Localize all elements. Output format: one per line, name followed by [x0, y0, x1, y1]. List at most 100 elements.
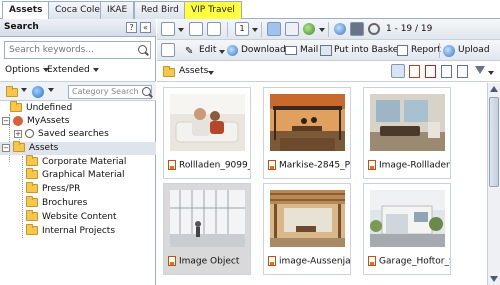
scrollbar-thumb[interactable]: [489, 97, 499, 187]
expand-icon[interactable]: +: [14, 129, 22, 138]
folder-menu-icon[interactable]: [6, 86, 18, 97]
refresh-icon[interactable]: [368, 23, 380, 35]
tree-item-myassets[interactable]: − MyAssets: [2, 115, 69, 128]
select-all-checkbox[interactable]: [161, 22, 175, 36]
tree-label: Undefined: [26, 103, 73, 113]
download-button[interactable]: Download: [241, 45, 286, 55]
tree-label: Graphical Material: [42, 170, 125, 180]
put-into-basket-button[interactable]: Put into Basket: [334, 45, 402, 55]
category-search-input[interactable]: Category Search: [68, 85, 152, 99]
asset-label: Image Object: [168, 256, 250, 267]
tree-item-brochures[interactable]: Brochures: [26, 196, 87, 210]
checkbox-icon[interactable]: [391, 64, 405, 78]
upload-button[interactable]: Upload: [458, 45, 490, 55]
globe-icon[interactable]: [303, 23, 315, 35]
tree-item-press-pr[interactable]: Press/PR: [26, 182, 80, 196]
chevron-down-icon[interactable]: [178, 28, 184, 32]
asset-card[interactable]: Garage_Hoftor_S: [363, 183, 451, 275]
chevron-down-icon[interactable]: [488, 71, 494, 75]
tree-label: Corporate Material: [42, 157, 127, 167]
document-icon[interactable]: [409, 65, 420, 78]
chevron-down-icon[interactable]: [208, 71, 214, 75]
page-select[interactable]: 1: [235, 22, 249, 36]
tree-label: Website Content: [42, 212, 117, 222]
image-icon[interactable]: [350, 22, 364, 36]
extended-dropdown[interactable]: Extended: [47, 65, 99, 75]
tree-item-assets[interactable]: − Assets: [0, 141, 156, 155]
tree-label: Internal Projects: [42, 226, 116, 236]
tree-item-saved-searches[interactable]: + Saved searches: [14, 128, 109, 141]
search-icon[interactable]: [142, 87, 151, 96]
category-toolbar: Category Search: [0, 81, 156, 101]
chevron-down-icon[interactable]: [219, 50, 225, 54]
tab-red-bird[interactable]: Red Bird: [134, 1, 186, 19]
asset-card-selected[interactable]: Image Object: [163, 183, 251, 275]
tree-label: Saved searches: [38, 129, 109, 139]
asset-card[interactable]: Rollladen_9099_: [163, 87, 251, 179]
collapse-icon[interactable]: −: [2, 143, 10, 152]
tree-item-internal-projects[interactable]: Internal Projects: [26, 224, 116, 238]
scroll-down-icon[interactable]: [490, 276, 498, 282]
help-button[interactable]: ?: [126, 22, 137, 33]
folder-icon: [10, 101, 22, 112]
vertical-scrollbar[interactable]: [487, 83, 500, 285]
asset-thumbnail[interactable]: [270, 94, 345, 151]
tree-item-corporate-material[interactable]: Corporate Material: [26, 155, 127, 169]
edit-button[interactable]: Edit: [199, 45, 216, 55]
page-icon[interactable]: [457, 65, 468, 78]
chevron-down-icon[interactable]: [319, 28, 325, 32]
checkbox-icon[interactable]: [161, 43, 175, 57]
asset-thumbnail[interactable]: [370, 94, 445, 151]
collapse-icon[interactable]: −: [2, 116, 10, 125]
asset-card[interactable]: Image-Rollladen: [363, 87, 451, 179]
scroll-up-icon[interactable]: [490, 86, 498, 92]
info-icon[interactable]: [334, 23, 346, 35]
tab-vip-travel[interactable]: VIP Travel: [184, 1, 242, 19]
search-input-box: [4, 41, 151, 59]
chevron-down-icon[interactable]: [252, 28, 258, 32]
folder-icon: [26, 196, 38, 207]
tree-label: MyAssets: [27, 116, 70, 126]
asset-thumbnail[interactable]: [170, 190, 245, 247]
checkbox-icon[interactable]: [207, 22, 221, 36]
list-view-icon[interactable]: [285, 22, 299, 36]
asset-thumbnail[interactable]: [170, 94, 245, 151]
pencil-icon: ✎: [185, 46, 194, 57]
chevron-down-icon[interactable]: [48, 88, 54, 92]
tree-item-undefined[interactable]: Undefined: [10, 101, 73, 115]
settings-icon[interactable]: [32, 86, 44, 98]
asset-thumbnail[interactable]: [270, 190, 345, 247]
checkbox-icon[interactable]: [189, 22, 203, 36]
chevron-down-icon[interactable]: [21, 88, 27, 92]
breadcrumb-bar: Assets: [157, 61, 500, 82]
range-indicator: 1 - 19 / 19: [386, 24, 433, 34]
folder-icon: [26, 168, 38, 179]
mail-button[interactable]: Mail: [300, 45, 318, 55]
search-input[interactable]: [5, 42, 133, 58]
tree-item-website-content[interactable]: Website Content: [26, 210, 117, 224]
chevron-down-icon: [92, 67, 99, 72]
pdf-icon[interactable]: [425, 65, 436, 78]
basket-icon: [320, 45, 332, 56]
tab-coca-cole[interactable]: Coca Cole: [48, 1, 107, 19]
tab-ikae[interactable]: IKAE: [100, 1, 135, 19]
asset-label: Garage_Hoftor_S: [368, 256, 450, 267]
asset-card[interactable]: image-Aussenja: [263, 183, 351, 275]
asset-card[interactable]: Markise-2845_P: [263, 87, 351, 179]
breadcrumb[interactable]: Assets: [179, 66, 208, 76]
collapse-button[interactable]: «: [140, 22, 151, 33]
mail-icon: [285, 46, 297, 55]
view-toolbar: 1 1 - 19 / 19: [157, 19, 500, 40]
tree-item-graphical-material[interactable]: Graphical Material: [26, 168, 125, 182]
filter-icon[interactable]: [475, 66, 485, 74]
tab-bar: Assets Coca Cole IKAE Red Bird VIP Trave…: [0, 0, 500, 20]
report-button[interactable]: Report: [411, 45, 441, 55]
file-icon: [368, 256, 376, 266]
options-dropdown[interactable]: Options: [5, 65, 49, 75]
tab-assets[interactable]: Assets: [2, 1, 50, 20]
search-icon[interactable]: [138, 45, 147, 54]
page-icon[interactable]: [441, 65, 452, 78]
asset-thumbnail[interactable]: [370, 190, 445, 247]
grid-view-icon[interactable]: [267, 22, 281, 36]
action-toolbar: ✎ Edit Download Mail Put into Basket Rep…: [157, 40, 500, 61]
